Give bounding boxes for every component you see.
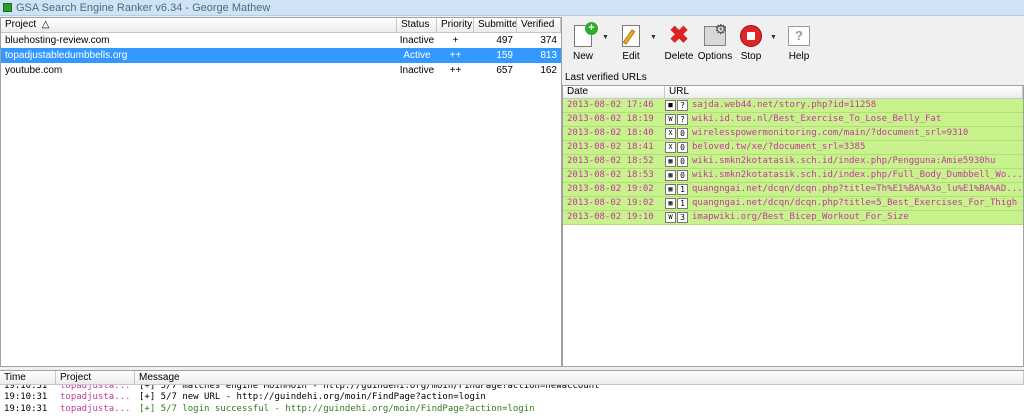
engine-type-icon: X [665, 128, 676, 139]
pagerank-icon: 0 [677, 142, 688, 153]
options-gear-icon [704, 21, 727, 46]
engine-type-icon: ▦ [665, 198, 676, 209]
pagerank-icon: 0 [677, 156, 688, 167]
verified-url: wiki.smkn2kotatasik.sch.id/index.php/Pen… [692, 156, 996, 166]
projects-table[interactable]: Project △ Status Priority Submitted Veri… [0, 17, 562, 367]
column-header-priority[interactable]: Priority [437, 18, 474, 32]
toolbar: + New ▼ Edit ▼ ✖ Delete Options Stop ▼ ?… [566, 21, 818, 68]
column-header-url[interactable]: URL [665, 86, 1023, 98]
pagerank-icon: 0 [677, 128, 688, 139]
project-row[interactable]: bluehosting-review.com Inactive + 497 37… [1, 33, 561, 48]
verified-url: wiki.id.tue.nl/Best_Exercise_To_Lose_Bel… [692, 114, 942, 124]
verified-url: sajda.web44.net/story.php?id=11258 [692, 100, 877, 110]
verified-url: imapwiki.org/Best_Bicep_Workout_For_Size [692, 212, 909, 222]
project-priority: + [452, 35, 459, 46]
verified-urls-table[interactable]: Date URL 2013-08-02 17:46 ■? sajda.web44.n… [562, 85, 1024, 367]
engine-type-icon: ▦ [665, 156, 676, 167]
log-panel[interactable]: Time Project Message 19:10:31 topadjusta… [0, 370, 1024, 420]
new-dropdown-arrow-icon[interactable]: ▼ [602, 34, 610, 41]
project-row-selected[interactable]: topadjustabledumbbells.org Active ++ 159… [1, 48, 561, 63]
project-status: Inactive [399, 35, 435, 46]
verified-url-row[interactable]: 2013-08-02 18:40 X 0 wirelesspowermonitorin… [563, 127, 1023, 141]
help-button[interactable]: ? Help [782, 24, 816, 62]
verified-url-row[interactable]: 2013-08-02 18:53 ▦ 0 wiki.smkn2kotatasik.sc… [563, 169, 1023, 183]
pagerank-icon: ? [677, 100, 688, 111]
edit-button[interactable]: Edit [614, 24, 648, 62]
engine-type-icon: ▦ [665, 170, 676, 181]
pagerank-icon: 3 [677, 212, 688, 223]
verified-url: quangngai.net/dcqn/dcqn.php?title=5_Best… [692, 198, 1018, 208]
log-row: 19:10:31 topadjusta... [+] 5/7 new URL -… [4, 392, 486, 402]
engine-type-icon: X [665, 142, 676, 153]
edit-pencil-icon [622, 25, 640, 47]
delete-button[interactable]: ✖ Delete [662, 22, 696, 63]
log-row: 19:10:31 topadjusta... [+] 5/7 login suc… [4, 404, 535, 414]
project-row[interactable]: youtube.com Inactive ++ 657 162 [1, 63, 561, 78]
stop-icon [740, 25, 762, 47]
project-priority: ++ [449, 65, 462, 76]
engine-type-icon: W [665, 114, 676, 125]
window-title: GSA Search Engine Ranker v6.34 - George … [16, 1, 271, 14]
engine-type-icon: ▦ [665, 184, 676, 195]
verified-url-row[interactable]: 2013-08-02 18:19 W? wiki.id.tue.nl/Best_Ex… [563, 113, 1023, 127]
verified-url-row[interactable]: 2013-08-02 18:41 X 0 beloved.tw/xe/?documen… [563, 141, 1023, 155]
new-document-icon: + [574, 22, 598, 47]
edit-dropdown-arrow-icon[interactable]: ▼ [650, 34, 658, 41]
help-icon: ? [788, 26, 810, 46]
pagerank-icon: 1 [677, 198, 688, 209]
plus-icon: + [585, 22, 598, 35]
project-name: bluehosting-review.com [5, 35, 110, 46]
project-priority: ++ [449, 50, 462, 61]
last-verified-label: Last verified URLs [565, 72, 647, 83]
column-header-submitted[interactable]: Submitted [474, 18, 517, 32]
delete-x-icon: ✖ [668, 22, 690, 49]
project-status: Inactive [399, 65, 435, 76]
project-verified: 813 [540, 50, 557, 61]
new-button[interactable]: + New [566, 22, 600, 62]
verified-url-row[interactable]: 2013-08-02 19:02 ▦ 1 quangngai.net/dcqn/dcq… [563, 197, 1023, 211]
column-header-time[interactable]: Time [0, 371, 56, 384]
verified-url: beloved.tw/xe/?document_srl=3385 [692, 142, 866, 152]
stop-button[interactable]: Stop [734, 24, 768, 62]
project-verified: 374 [540, 35, 557, 46]
verified-url: wiki.smkn2kotatasik.sch.id/index.php/Ful… [692, 170, 1023, 180]
column-header-date[interactable]: Date [563, 86, 665, 98]
project-submitted: 657 [496, 65, 513, 76]
app-icon [3, 3, 12, 12]
column-header-log-project[interactable]: Project [56, 371, 135, 384]
verified-url-row[interactable]: 2013-08-02 19:10 W 3 imapwiki.org/Best_Bice… [563, 211, 1023, 225]
column-header-message[interactable]: Message [135, 371, 1024, 384]
stop-dropdown-arrow-icon[interactable]: ▼ [770, 34, 778, 41]
project-status: Active [403, 50, 431, 61]
verified-url: wirelesspowermonitoring.com/main/?docume… [692, 128, 969, 138]
project-verified: 162 [540, 65, 557, 76]
title-bar: GSA Search Engine Ranker v6.34 - George … [0, 0, 1024, 16]
options-button[interactable]: Options [698, 21, 732, 62]
project-name: topadjustabledumbbells.org [5, 50, 128, 61]
column-header-verified[interactable]: Verified [517, 18, 561, 32]
log-header: Time Project Message [0, 371, 1024, 385]
column-header-status[interactable]: Status [397, 18, 437, 32]
engine-type-icon: W [665, 212, 676, 223]
column-header-project[interactable]: Project △ [1, 18, 397, 32]
verified-urls-header: Date URL [563, 86, 1023, 99]
verified-url-row[interactable]: 2013-08-02 19:02 ▦ 1 quangngai.net/dcqn/dcq… [563, 183, 1023, 197]
project-submitted: 159 [496, 50, 513, 61]
verified-url-row[interactable]: 2013-08-02 18:52 ▦ 0 wiki.smkn2kotatasik.sc… [563, 155, 1023, 169]
pagerank-icon: ? [677, 114, 688, 125]
verified-url-row[interactable]: 2013-08-02 17:46 ■? sajda.web44.net/story.… [563, 99, 1023, 113]
sort-ascending-icon: △ [41, 19, 50, 30]
verified-url: quangngai.net/dcqn/dcqn.php?title=Th%E1%… [692, 184, 1023, 194]
pagerank-icon: 1 [677, 184, 688, 195]
pagerank-icon: 0 [677, 170, 688, 181]
project-submitted: 497 [496, 35, 513, 46]
project-name: youtube.com [5, 65, 63, 76]
engine-type-icon: ■ [665, 100, 676, 111]
projects-table-header: Project △ Status Priority Submitted Veri… [1, 18, 561, 33]
